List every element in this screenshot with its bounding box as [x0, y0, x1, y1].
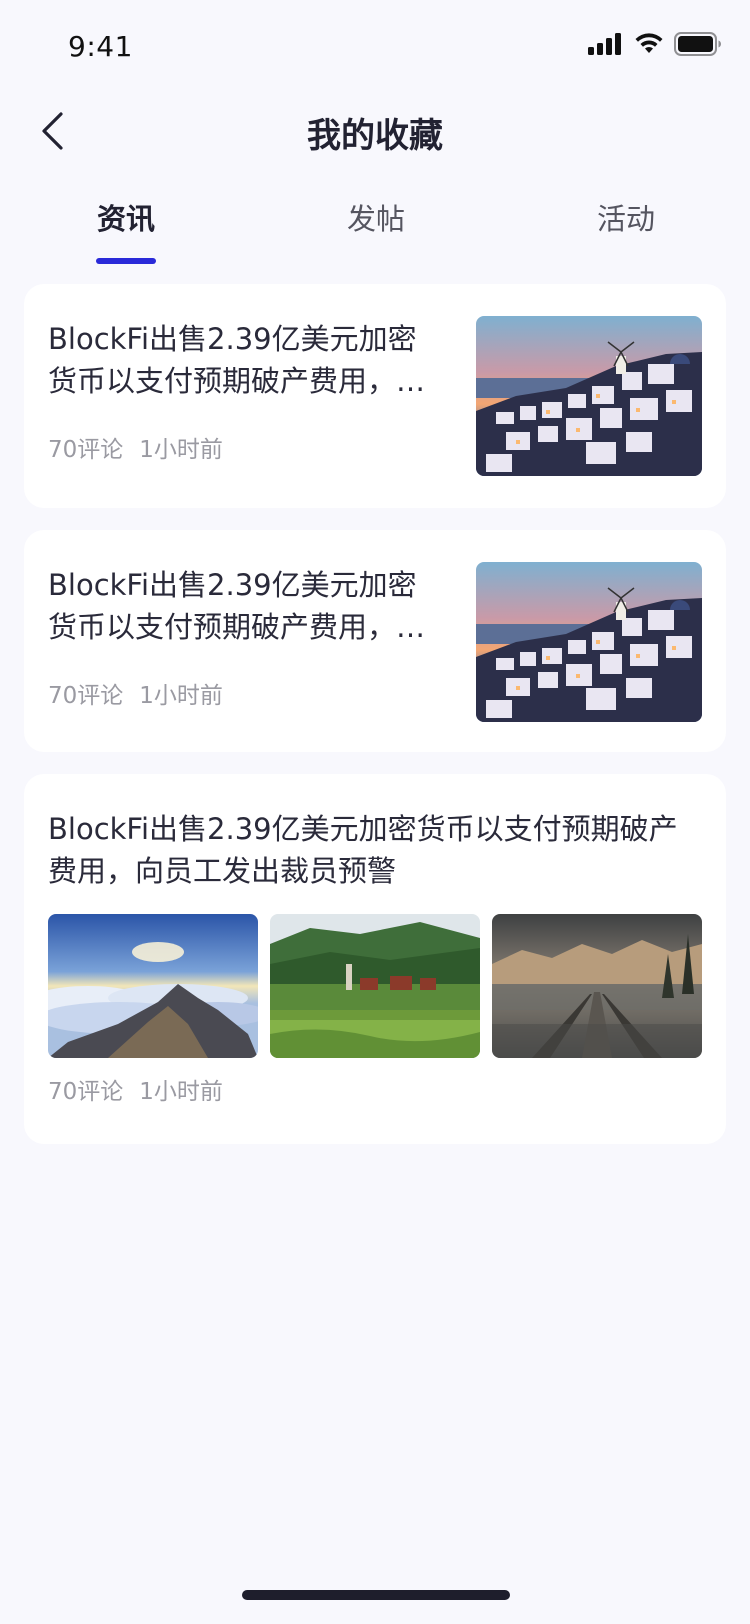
article-image [270, 914, 480, 1058]
tab-bar: 资讯 发帖 活动 [0, 196, 750, 266]
status-bar: 9:41 [0, 0, 750, 90]
article-card[interactable]: BlockFi出售2.39亿美元加密货币以支付预期破产费用，向员工发出裁员预警 [24, 774, 726, 1144]
status-time: 9:41 [68, 30, 133, 63]
article-card[interactable]: BlockFi出售2.39亿美元加密货币以支付预期破产费用，向员工发出裁员预警 … [24, 284, 726, 508]
comment-count: 70评论 [48, 683, 124, 709]
active-tab-indicator [96, 258, 156, 264]
mountain-clouds-image [48, 914, 258, 1058]
tab-label: 活动 [596, 202, 655, 236]
article-title: BlockFi出售2.39亿美元加密货币以支付预期破产费用，向员工发出裁员预警 [48, 568, 426, 644]
article-thumbnail [476, 316, 702, 476]
cellular-signal-icon [588, 33, 621, 55]
tab-label: 发帖 [346, 202, 405, 236]
article-title: BlockFi出售2.39亿美元加密货币以支付预期破产费用，向员工发出裁员预警 [48, 812, 678, 888]
publish-time: 1小时前 [139, 1079, 223, 1105]
lakeside-village-image [270, 914, 480, 1058]
home-indicator[interactable] [242, 1590, 510, 1600]
tab-label: 资讯 [96, 202, 155, 236]
santorini-image [476, 562, 702, 722]
wifi-icon [635, 33, 663, 53]
tab-posts[interactable]: 发帖 [316, 196, 436, 238]
santorini-image [476, 316, 702, 476]
comment-count: 70评论 [48, 1079, 124, 1105]
tab-events[interactable]: 活动 [566, 196, 686, 238]
article-image [492, 914, 702, 1058]
battery-icon [674, 32, 721, 56]
article-title: BlockFi出售2.39亿美元加密货币以支付预期破产费用，向员工发出裁员预警 [48, 322, 426, 398]
article-meta: 70评论 1小时前 [48, 676, 223, 710]
article-meta: 70评论 1小时前 [48, 1072, 223, 1106]
article-image [48, 914, 258, 1058]
publish-time: 1小时前 [139, 683, 223, 709]
article-card[interactable]: BlockFi出售2.39亿美元加密货币以支付预期破产费用，向员工发出裁员预警 … [24, 530, 726, 752]
nav-bar: 我的收藏 [0, 96, 750, 166]
tab-news[interactable]: 资讯 [66, 196, 186, 264]
publish-time: 1小时前 [139, 437, 223, 463]
image-row [48, 914, 702, 1058]
article-meta: 70评论 1小时前 [48, 430, 223, 464]
article-thumbnail [476, 562, 702, 722]
page-title: 我的收藏 [307, 116, 443, 156]
misty-boardwalk-image [492, 914, 702, 1058]
comment-count: 70评论 [48, 437, 124, 463]
status-icons [588, 32, 722, 56]
